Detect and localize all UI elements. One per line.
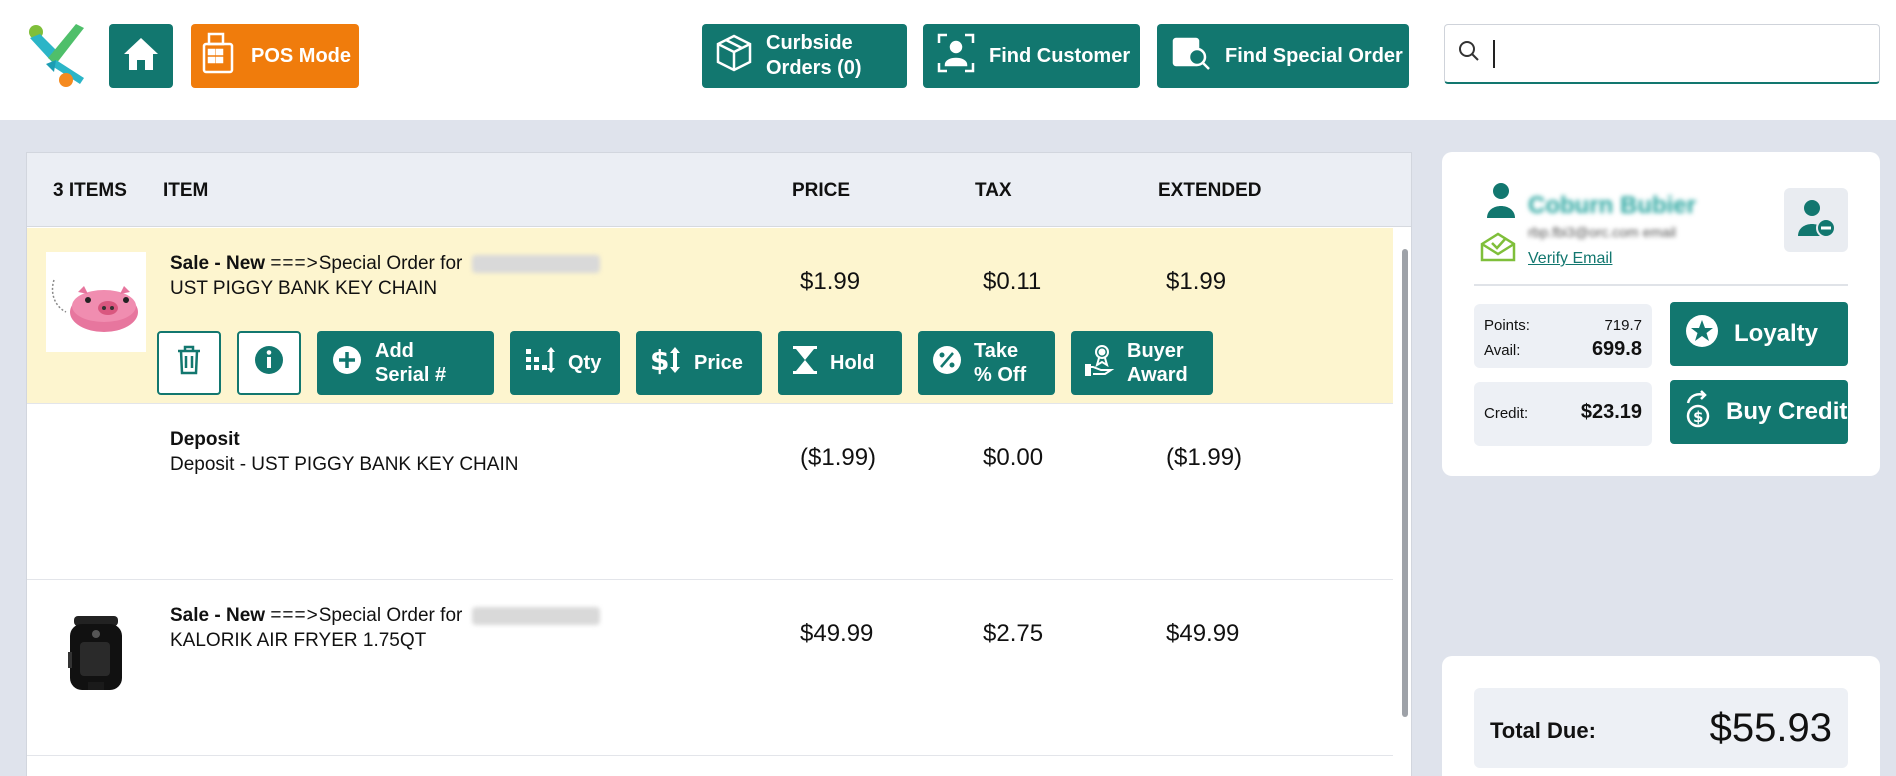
curbside-label: Curbside Orders (0) bbox=[766, 32, 862, 79]
cart-panel: 3 ITEMS ITEM PRICE TAX EXTENDED Sale - N… bbox=[26, 152, 1412, 776]
add-serial-button[interactable]: Add Serial # bbox=[317, 331, 494, 395]
item-line-type: Deposit bbox=[170, 429, 240, 450]
points-label: Points: bbox=[1484, 317, 1530, 334]
product-image bbox=[46, 604, 146, 704]
avail-value: 699.8 bbox=[1591, 338, 1642, 360]
buyer-award-button[interactable]: Buyer Award bbox=[1071, 331, 1213, 395]
price-column-header: PRICE bbox=[792, 180, 851, 201]
credit-label: Credit: bbox=[1484, 405, 1529, 422]
qty-button[interactable]: Qty bbox=[510, 331, 620, 395]
plus-circle-icon bbox=[331, 344, 363, 382]
item-extended: ($1.99) bbox=[1166, 444, 1243, 471]
loyalty-button[interactable]: Loyalty bbox=[1670, 302, 1848, 366]
curbside-orders-button[interactable]: Curbside Orders (0) bbox=[702, 24, 907, 88]
user-remove-icon bbox=[1796, 198, 1836, 243]
svg-text:$: $ bbox=[650, 345, 669, 375]
item-extended: $49.99 bbox=[1166, 620, 1240, 647]
app-logo bbox=[26, 24, 88, 88]
find-customer-button[interactable]: Find Customer bbox=[923, 24, 1140, 88]
take-percent-off-button[interactable]: Take% Off bbox=[918, 331, 1055, 395]
customer-email: rbp.fbi3@orc.com email bbox=[1528, 224, 1677, 240]
cart-row[interactable]: Sale - New ===>Special Order for UST PIG… bbox=[27, 228, 1393, 404]
redacted-customer-name bbox=[471, 606, 600, 625]
pos-mode-label: POS Mode bbox=[251, 44, 352, 67]
points-value: 719.7 bbox=[1604, 317, 1642, 334]
cart-row[interactable]: Sale - New ===>Special Order for KALORIK… bbox=[27, 580, 1393, 756]
email-check-icon bbox=[1480, 230, 1516, 267]
search-icon bbox=[1457, 39, 1481, 68]
svg-text:$: $ bbox=[1693, 408, 1703, 426]
item-price: $49.99 bbox=[800, 620, 874, 647]
buy-credit-button[interactable]: $ Buy Credit bbox=[1670, 380, 1848, 444]
extended-column-header: EXTENDED bbox=[1158, 180, 1262, 201]
tax-column-header: TAX bbox=[975, 180, 1012, 201]
total-due-value: $55.93 bbox=[1709, 706, 1832, 750]
points-box: Points: 719.7 Avail: 699.8 bbox=[1474, 304, 1652, 368]
item-column-header: ITEM bbox=[163, 180, 209, 201]
top-bar: POS Mode Curbside Orders (0) Find Custom… bbox=[0, 0, 1896, 120]
redacted-customer-name bbox=[471, 254, 600, 273]
item-tax: $0.00 bbox=[983, 444, 1044, 471]
divider bbox=[1474, 284, 1848, 286]
find-customer-label: Find Customer bbox=[989, 44, 1131, 67]
total-panel: Total Due: $55.93 bbox=[1442, 656, 1880, 776]
pos-mode-button[interactable]: POS Mode bbox=[191, 24, 359, 88]
cart-row[interactable]: Deposit Deposit - UST PIGGY BANK KEY CHA… bbox=[27, 404, 1393, 580]
percent-icon bbox=[932, 345, 962, 381]
award-hand-icon bbox=[1085, 343, 1115, 383]
cart-header: 3 ITEMS ITEM PRICE TAX EXTENDED bbox=[27, 153, 1411, 227]
items-count-header: 3 ITEMS bbox=[53, 180, 127, 201]
price-button[interactable]: $ Price bbox=[636, 331, 762, 395]
credit-box: Credit: $23.19 bbox=[1474, 382, 1652, 446]
order-search-icon bbox=[1171, 33, 1211, 80]
total-box: Total Due: $55.93 bbox=[1474, 688, 1848, 768]
hourglass-icon bbox=[792, 345, 818, 381]
verify-email-link[interactable]: Verify Email bbox=[1528, 250, 1612, 268]
customer-name: Coburn Bubier bbox=[1528, 192, 1696, 219]
product-image bbox=[46, 252, 146, 352]
search-input[interactable] bbox=[1507, 40, 1867, 67]
item-name: UST PIGGY BANK KEY CHAIN bbox=[170, 278, 438, 299]
pos-terminal-icon bbox=[201, 32, 235, 80]
hold-button[interactable]: Hold bbox=[778, 331, 902, 395]
total-due-label: Total Due: bbox=[1490, 718, 1596, 743]
delete-button[interactable] bbox=[157, 331, 221, 395]
quantity-icon bbox=[524, 345, 556, 381]
buy-credit-icon: $ bbox=[1684, 389, 1712, 436]
user-icon bbox=[1486, 182, 1516, 223]
package-icon bbox=[716, 34, 752, 79]
search-field[interactable] bbox=[1444, 24, 1880, 84]
avail-label: Avail: bbox=[1484, 342, 1521, 359]
remove-customer-button[interactable] bbox=[1784, 188, 1848, 252]
cart-scrollbar[interactable] bbox=[1402, 249, 1408, 717]
item-price: $1.99 bbox=[800, 268, 861, 295]
item-price: ($1.99) bbox=[800, 444, 877, 471]
info-icon bbox=[253, 344, 285, 382]
info-button[interactable] bbox=[237, 331, 301, 395]
home-button[interactable] bbox=[109, 24, 173, 88]
credit-value: $23.19 bbox=[1580, 401, 1642, 423]
text-caret bbox=[1493, 39, 1495, 68]
item-extended: $1.99 bbox=[1166, 268, 1227, 295]
item-name: KALORIK AIR FRYER 1.75QT bbox=[170, 630, 427, 651]
find-special-order-label: Find Special Order bbox=[1225, 44, 1403, 67]
customer-panel: Coburn Bubier rbp.fbi3@orc.com email Ver… bbox=[1442, 152, 1880, 476]
item-name: Deposit - UST PIGGY BANK KEY CHAIN bbox=[170, 454, 519, 475]
item-tax: $0.11 bbox=[983, 268, 1042, 295]
item-tax: $2.75 bbox=[983, 620, 1044, 647]
trash-icon bbox=[176, 345, 202, 381]
star-icon bbox=[1684, 313, 1720, 356]
home-icon bbox=[122, 36, 160, 77]
price-change-icon: $ bbox=[650, 344, 682, 381]
item-line-type: Sale - New ===>Special Order for bbox=[170, 605, 600, 627]
user-scan-icon bbox=[937, 33, 975, 80]
item-line-type: Sale - New ===>Special Order for bbox=[170, 253, 600, 275]
find-special-order-button[interactable]: Find Special Order bbox=[1157, 24, 1409, 88]
